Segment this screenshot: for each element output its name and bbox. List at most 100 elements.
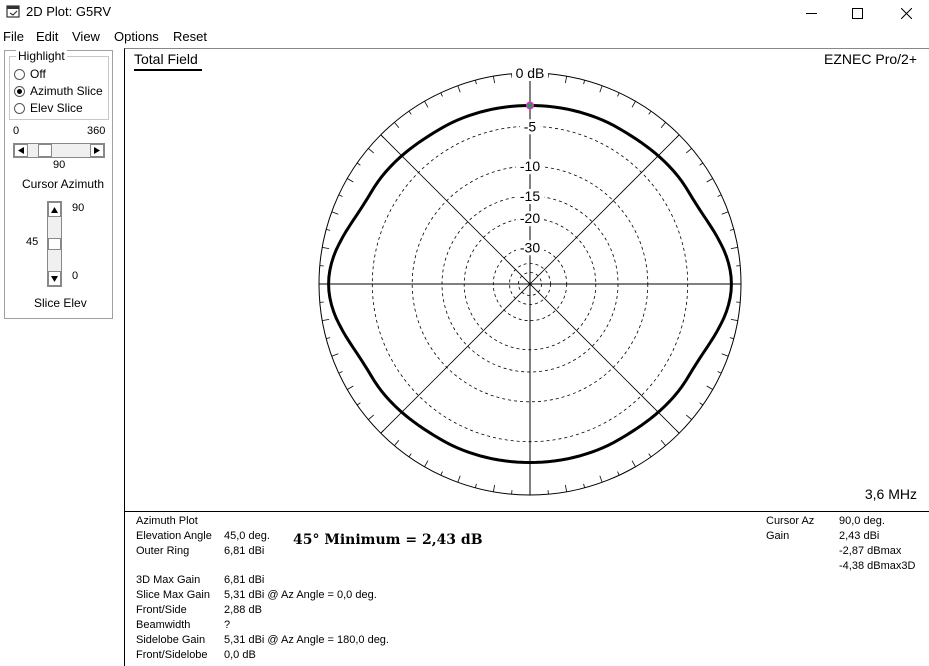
elevation-angle-label: Elevation Angle xyxy=(136,530,212,542)
menu-file[interactable]: File xyxy=(3,29,24,44)
ring-tick xyxy=(721,353,729,357)
radio-elev-slice[interactable]: Elev Slice xyxy=(14,101,83,115)
ring-tick xyxy=(699,162,704,166)
ring-tick xyxy=(475,80,477,85)
ring-tick xyxy=(617,92,620,97)
close-icon xyxy=(900,7,912,19)
ring-tick xyxy=(408,110,412,115)
elevation-angle-value: 45,0 deg. xyxy=(224,530,270,542)
ring-tick xyxy=(338,371,343,374)
arrow-left-icon xyxy=(18,147,24,154)
menu-view[interactable]: View xyxy=(72,29,100,44)
radio-azimuth-slice-label: Azimuth Slice xyxy=(30,84,103,98)
cursor-azimuth-label: Cursor Azimuth xyxy=(22,177,105,191)
polar-plot[interactable]: Total Field EZNEC Pro/2+ 3,6 MHz 0 dB -5 -… xyxy=(125,49,929,511)
scroll-down-button[interactable] xyxy=(48,271,61,286)
azimuth-max-label: 360 xyxy=(87,125,106,137)
ring-tick xyxy=(394,122,400,128)
outer-ring-label: Outer Ring xyxy=(136,545,190,557)
brand-label: EZNEC Pro/2+ xyxy=(824,51,917,67)
gain-dbmax-value: -2,87 dBmax xyxy=(839,545,902,557)
max-gain-3d-value: 6,81 dBi xyxy=(224,574,265,586)
minimize-button[interactable] xyxy=(788,0,834,26)
max-gain-3d-label: 3D Max Gain xyxy=(136,574,201,586)
highlight-group-label: Highlight xyxy=(16,49,67,63)
ring-tick xyxy=(440,92,443,97)
ring-tick xyxy=(368,148,374,154)
cursor-azimuth-scrollbar[interactable] xyxy=(13,143,105,158)
cursor-az-value: 90,0 deg. xyxy=(839,515,885,527)
slice-elev-value: 45 xyxy=(26,236,39,248)
ring-tick xyxy=(686,414,692,420)
ring-tick xyxy=(730,319,738,321)
front-side-label: Front/Side xyxy=(136,604,187,616)
ring-tick xyxy=(326,337,331,339)
ring-tick xyxy=(493,76,495,84)
ring-tick xyxy=(721,211,729,215)
ring-tick xyxy=(676,430,680,434)
ring-tick xyxy=(424,101,429,108)
ring-tick xyxy=(729,337,734,339)
ring-tick xyxy=(440,471,443,476)
radio-azimuth-slice[interactable]: Azimuth Slice xyxy=(14,84,103,98)
ring-tick xyxy=(599,475,603,483)
menu-options[interactable]: Options xyxy=(114,29,159,44)
maximize-button[interactable] xyxy=(834,0,880,26)
title-bar: 2D Plot: G5RV xyxy=(0,0,929,26)
scroll-up-button[interactable] xyxy=(48,202,61,217)
scroll-right-button[interactable] xyxy=(90,144,104,157)
menu-edit[interactable]: Edit xyxy=(36,29,58,44)
slice-elev-thumb[interactable] xyxy=(48,238,61,250)
outer-ring-value: 6,81 dBi xyxy=(224,545,265,557)
ring-tick xyxy=(617,471,620,476)
ring-tick xyxy=(380,134,384,138)
frequency-label: 3,6 MHz xyxy=(865,486,917,502)
ring-tick xyxy=(676,134,680,138)
scroll-left-button[interactable] xyxy=(14,144,28,157)
arrow-up-icon xyxy=(51,206,58,213)
ring-label: -20 xyxy=(520,210,540,226)
ring-tick xyxy=(730,247,738,249)
ring-tick xyxy=(424,460,429,467)
slice-elev-min-label: 0 xyxy=(72,270,79,282)
sidelobe-gain-value: 5,31 dBi @ Az Angle = 180,0 deg. xyxy=(224,634,389,646)
ring-label: -30 xyxy=(520,239,540,255)
ring-tick xyxy=(475,483,477,488)
ring-tick xyxy=(706,178,713,183)
close-button[interactable] xyxy=(883,0,929,26)
ring-tick xyxy=(338,194,343,197)
ring-tick xyxy=(583,483,585,488)
front-sidelobe-label: Front/Sidelobe xyxy=(136,649,208,661)
ring-tick xyxy=(457,85,461,93)
ring-tick xyxy=(408,453,412,458)
plot-window-icon xyxy=(6,5,20,18)
arrow-down-icon xyxy=(51,275,58,282)
ring-tick xyxy=(660,440,666,446)
azimuth-min-label: 0 xyxy=(13,125,20,137)
plot-area[interactable]: Total Field EZNEC Pro/2+ 3,6 MHz 0 dB -5 -… xyxy=(124,48,929,511)
beamwidth-label: Beamwidth xyxy=(136,619,191,631)
radio-off[interactable]: Off xyxy=(14,67,46,81)
highlight-group: Highlight Off Azimuth Slice Elev Slice xyxy=(9,49,109,120)
ring-tick xyxy=(322,247,330,249)
ring-tick xyxy=(493,484,495,492)
radio-off-label: Off xyxy=(30,67,46,81)
ring-label: -5 xyxy=(524,118,537,134)
ring-tick xyxy=(331,211,339,215)
cursor-azimuth-thumb[interactable] xyxy=(38,144,52,157)
ring-tick xyxy=(368,414,374,420)
info-panel: Azimuth Plot Elevation Angle 45,0 deg. O… xyxy=(124,511,929,666)
ring-tick xyxy=(457,475,461,483)
menu-reset[interactable]: Reset xyxy=(173,29,207,44)
ring-tick xyxy=(331,353,339,357)
ring-tick xyxy=(356,162,361,166)
ring-tick xyxy=(660,122,666,128)
ring-tick xyxy=(322,319,330,321)
ring-tick xyxy=(729,229,734,231)
sidelobe-gain-label: Sidelobe Gain xyxy=(136,634,206,646)
slice-elev-scrollbar[interactable] xyxy=(47,201,62,287)
radio-off-indicator xyxy=(14,68,25,80)
ring-tick xyxy=(380,430,384,434)
front-side-value: 2,88 dB xyxy=(224,604,262,616)
ring-label: 0 dB xyxy=(516,65,545,81)
